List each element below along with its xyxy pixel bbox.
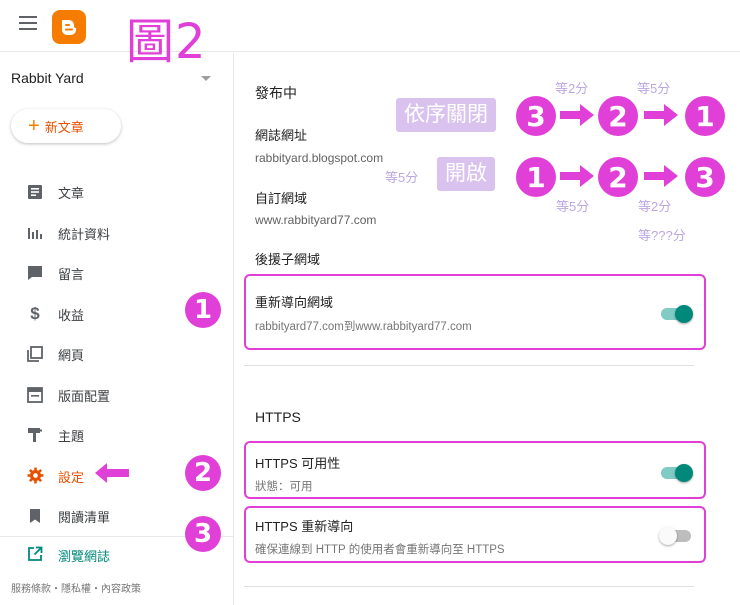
blogger-logo-icon[interactable] bbox=[52, 10, 86, 44]
external-link-icon bbox=[26, 545, 44, 563]
posts-icon bbox=[26, 183, 44, 201]
sidebar-item-label: 收益 bbox=[58, 307, 85, 323]
right-arrow-icon bbox=[644, 104, 678, 126]
annotation-number: 2 bbox=[608, 99, 628, 133]
pages-icon bbox=[26, 345, 44, 363]
sidebar-item-label: 網頁 bbox=[58, 348, 85, 363]
chevron-down-icon bbox=[201, 76, 211, 81]
view-blog-label: 瀏覽網誌 bbox=[58, 549, 111, 564]
redirect-domain-title: 重新導向網域 bbox=[255, 295, 334, 310]
right-arrow-icon bbox=[560, 104, 594, 126]
https-redirect-toggle[interactable] bbox=[659, 527, 691, 545]
blog-address-label: 網誌網址 bbox=[255, 128, 308, 143]
new-post-label: 新文章 bbox=[44, 119, 84, 135]
fallback-subdomain-label[interactable]: 後援子網域 bbox=[255, 249, 320, 268]
https-availability-toggle[interactable] bbox=[661, 464, 693, 482]
annotation-number: 2 bbox=[608, 160, 628, 194]
annotation-step-1-close: 1 bbox=[685, 96, 725, 136]
right-arrow-icon bbox=[560, 165, 594, 187]
wait-note: 等2分 bbox=[555, 81, 589, 96]
annotation-number: 2 bbox=[193, 458, 213, 488]
sidebar-item-label: 設定 bbox=[58, 469, 85, 485]
plus-icon: + bbox=[28, 115, 40, 137]
https-availability-status: 狀態：可用 bbox=[255, 481, 313, 493]
sidebar-item-label: 文章 bbox=[58, 186, 85, 201]
sidebar-item-label: 統計資料 bbox=[58, 226, 111, 242]
https-availability-title: HTTPS 可用性 bbox=[255, 456, 341, 471]
open-tag: 開啟 bbox=[437, 157, 495, 191]
pointer-arrow-icon bbox=[95, 463, 129, 483]
theme-icon bbox=[26, 426, 44, 444]
right-arrow-icon bbox=[644, 165, 678, 187]
wait-note: 等5分 bbox=[637, 81, 671, 96]
bookmark-icon bbox=[26, 507, 44, 525]
https-redirect-subtitle: 確保連線到 HTTP 的使用者會重新導向至 HTTPS bbox=[255, 544, 505, 556]
https-redirect-title: HTTPS 重新導向 bbox=[255, 519, 354, 534]
settings-panel: 發布中 網誌網址 rabbityard.blogspot.com 自訂網域 ww… bbox=[234, 53, 740, 605]
wait-note: 等5分 bbox=[385, 170, 419, 185]
top-bar: 圖2 bbox=[0, 0, 740, 70]
annotation-step-2: 2 bbox=[185, 455, 221, 491]
section-divider bbox=[244, 365, 694, 366]
section-divider bbox=[244, 586, 694, 587]
annotation-step-2-open: 2 bbox=[598, 157, 638, 197]
layout-icon bbox=[26, 386, 44, 404]
sidebar-item-layout[interactable]: 版面配置 bbox=[0, 374, 233, 415]
sidebar-item-pages[interactable]: 網頁 bbox=[0, 333, 233, 374]
sidebar-item-theme[interactable]: 主題 bbox=[0, 414, 233, 455]
sidebar-item-stats[interactable]: 統計資料 bbox=[0, 212, 233, 253]
redirect-domain-row[interactable]: 重新導向網域 rabbityard77.com到www.rabbityard77… bbox=[244, 274, 706, 350]
annotation-number: 3 bbox=[193, 519, 213, 549]
gear-icon bbox=[26, 467, 44, 485]
annotation-step-1: 1 bbox=[185, 292, 221, 328]
sidebar-item-label: 留言 bbox=[58, 267, 85, 282]
wait-note: 等5分 bbox=[556, 199, 590, 214]
annotation-number: 1 bbox=[193, 295, 213, 325]
blog-address-value[interactable]: rabbityard.blogspot.com bbox=[255, 151, 383, 165]
annotation-step-2-close: 2 bbox=[598, 96, 638, 136]
https-availability-row[interactable]: HTTPS 可用性 狀態：可用 bbox=[244, 441, 706, 499]
wait-note: 等2分 bbox=[638, 199, 672, 214]
close-in-order-tag: 依序關閉 bbox=[396, 98, 496, 132]
sidebar-item-label: 主題 bbox=[58, 429, 85, 444]
sidebar-item-comments[interactable]: 留言 bbox=[0, 252, 233, 293]
custom-domain-value[interactable]: www.rabbityard77.com bbox=[255, 213, 376, 227]
publishing-section-title: 發布中 bbox=[255, 85, 297, 101]
annotation-step-3-open: 3 bbox=[685, 157, 725, 197]
redirect-domain-subtitle: rabbityard77.com到www.rabbityard77.com bbox=[255, 321, 472, 333]
annotation-number: 3 bbox=[526, 99, 546, 133]
wait-note: 等???分 bbox=[638, 228, 686, 243]
annotation-number: 1 bbox=[526, 160, 546, 194]
stats-icon bbox=[26, 224, 44, 242]
redirect-domain-toggle[interactable] bbox=[661, 305, 693, 323]
annotation-step-3-close: 3 bbox=[516, 96, 556, 136]
annotation-step-3: 3 bbox=[185, 516, 221, 552]
annotation-number: 3 bbox=[695, 160, 715, 194]
comments-icon bbox=[26, 264, 44, 282]
sidebar-item-label: 版面配置 bbox=[58, 388, 111, 404]
dollar-icon: $ bbox=[30, 303, 40, 323]
annotation-number: 1 bbox=[695, 99, 715, 133]
footer-links[interactable]: 服務條款・隱私權・內容政策 bbox=[11, 580, 141, 595]
sidebar-item-posts[interactable]: 文章 bbox=[0, 171, 233, 212]
hamburger-menu-icon[interactable] bbox=[19, 16, 37, 30]
https-redirect-row[interactable]: HTTPS 重新導向 確保連線到 HTTP 的使用者會重新導向至 HTTPS bbox=[244, 506, 706, 563]
annotation-step-1-open: 1 bbox=[516, 157, 556, 197]
https-section-title: HTTPS bbox=[255, 409, 301, 425]
blog-selector[interactable]: Rabbit Yard bbox=[11, 70, 211, 92]
custom-domain-label: 自訂網域 bbox=[255, 191, 308, 206]
new-post-button[interactable]: + 新文章 bbox=[11, 109, 121, 143]
blog-name: Rabbit Yard bbox=[11, 70, 84, 86]
sidebar-item-label: 閱讀清單 bbox=[58, 510, 111, 525]
